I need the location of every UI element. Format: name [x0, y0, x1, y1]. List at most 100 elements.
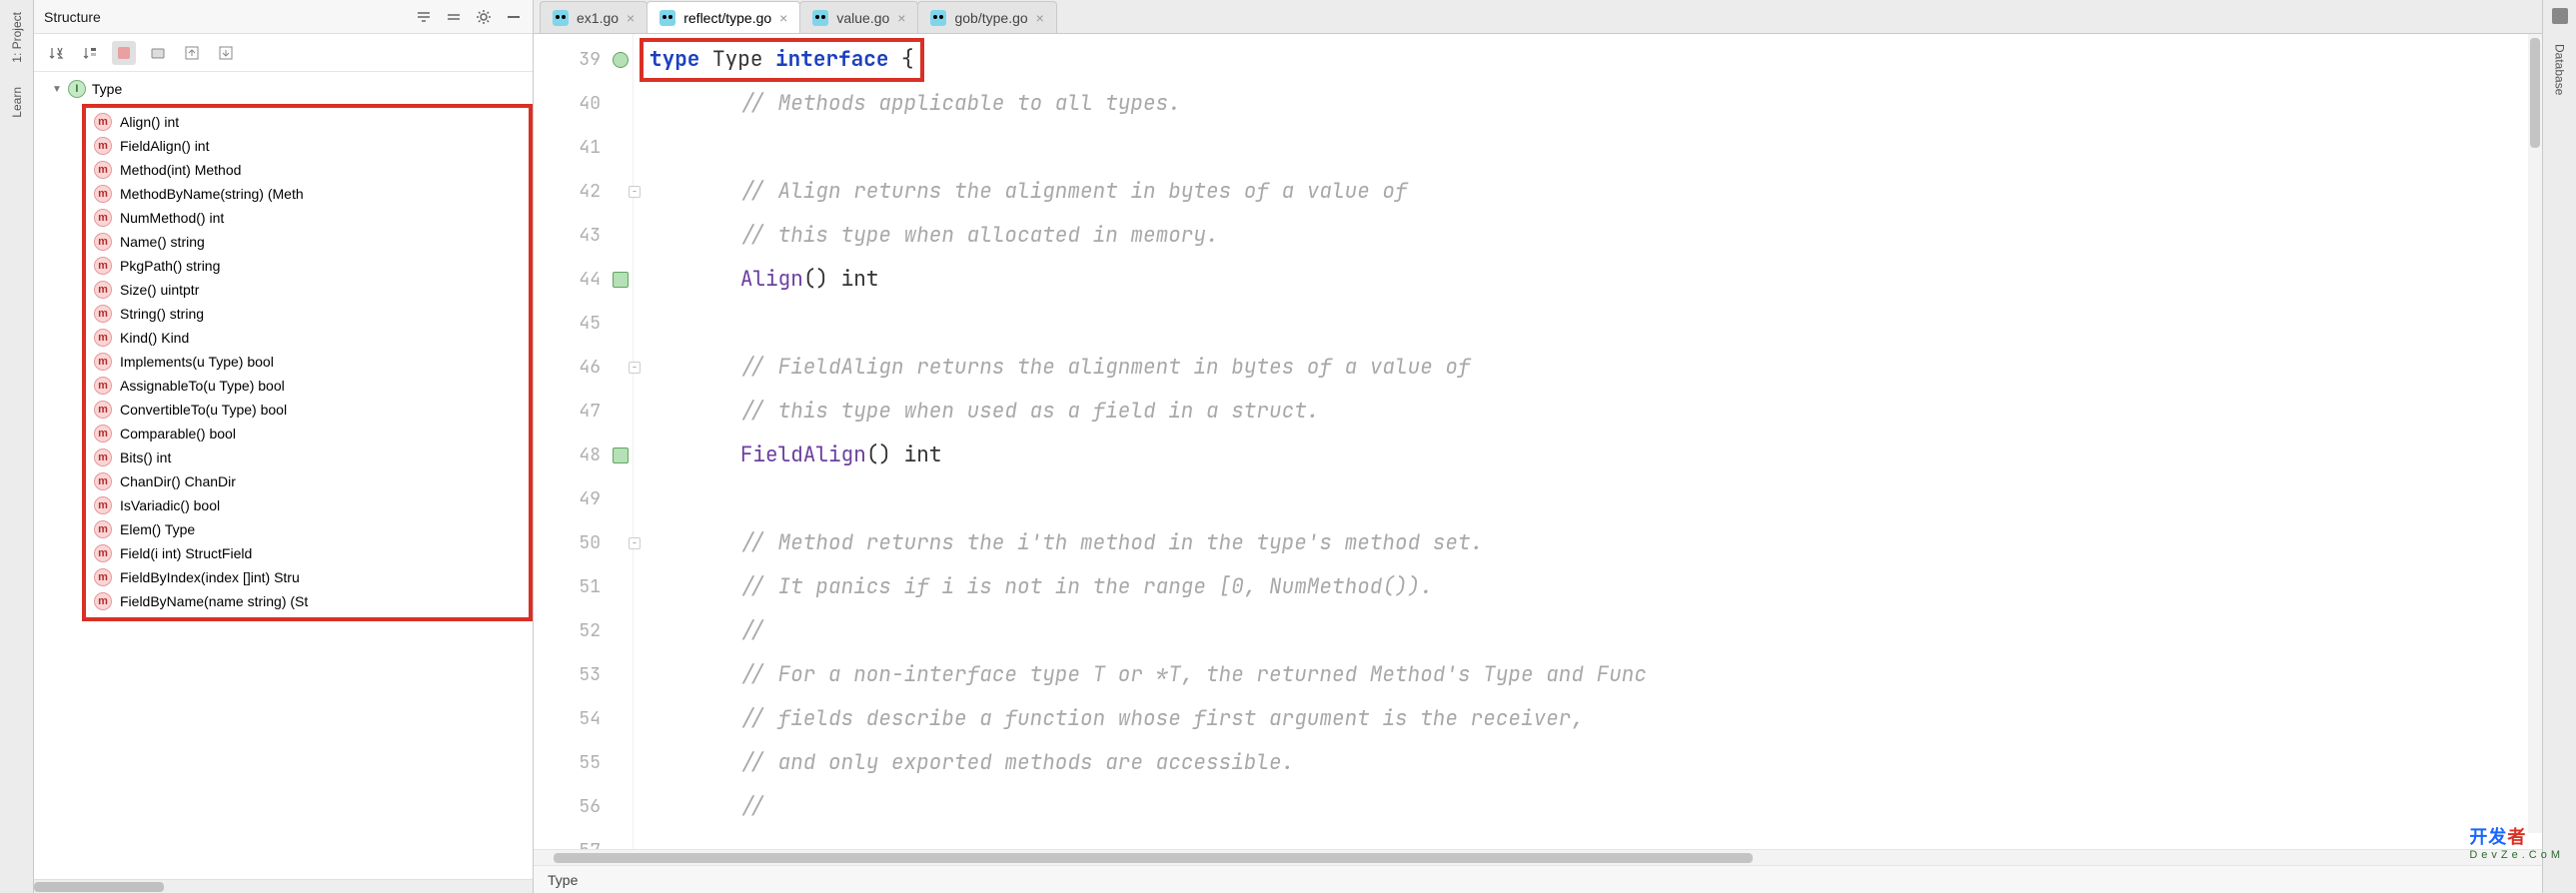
method-item[interactable]: Bits() int	[86, 446, 529, 469]
method-item[interactable]: FieldAlign() int	[86, 134, 529, 158]
structure-horizontal-scrollbar[interactable]	[34, 879, 533, 893]
method-item[interactable]: Align() int	[86, 110, 529, 134]
rail-item-database[interactable]: Database	[2549, 32, 2571, 107]
method-item[interactable]: IsVariadic() bool	[86, 493, 529, 517]
code-line	[634, 477, 2542, 521]
method-icon	[94, 377, 112, 395]
method-item[interactable]: Elem() Type	[86, 517, 529, 541]
code-line: // this type when used as a field in a s…	[634, 390, 2542, 434]
method-item[interactable]: ChanDir() ChanDir	[86, 469, 529, 493]
go-file-icon	[553, 10, 569, 26]
breadcrumb[interactable]: Type	[534, 865, 2542, 893]
gutter-line: 56	[534, 785, 633, 829]
method-item[interactable]: NumMethod() int	[86, 206, 529, 230]
close-icon[interactable]: ×	[1036, 10, 1044, 26]
method-item[interactable]: AssignableTo(u Type) bool	[86, 374, 529, 398]
method-item[interactable]: Kind() Kind	[86, 326, 529, 350]
tab-value-go[interactable]: value.go×	[799, 1, 918, 33]
database-icon[interactable]	[2552, 8, 2568, 24]
method-label: Implements(u Type) bool	[120, 354, 274, 370]
gutter-line: 48	[534, 434, 633, 477]
method-icon	[94, 425, 112, 443]
method-item[interactable]: String() string	[86, 302, 529, 326]
method-item[interactable]: MethodByName(string) (Meth	[86, 182, 529, 206]
method-icon	[94, 496, 112, 514]
autoscroll-to-source-icon[interactable]	[180, 41, 204, 65]
tree-root-row[interactable]: ▼ Type	[44, 76, 533, 102]
code-line: // and only exported methods are accessi…	[634, 741, 2542, 785]
method-label: Elem() Type	[120, 521, 195, 537]
scrollbar-thumb[interactable]	[2530, 38, 2540, 148]
sort-alpha-icon[interactable]	[44, 41, 68, 65]
gutter-line: 41	[534, 126, 633, 170]
gutter-line: 47	[534, 390, 633, 434]
gutter-marker-icon[interactable]	[613, 447, 629, 463]
method-item[interactable]: Size() uintptr	[86, 278, 529, 302]
code-line: // For a non-interface type T or *T, the…	[634, 653, 2542, 697]
tab-ex1-go[interactable]: ex1.go×	[540, 1, 647, 33]
method-icon	[94, 520, 112, 538]
tab-reflect-type-go[interactable]: reflect/type.go×	[646, 1, 800, 33]
editor-horizontal-scrollbar[interactable]	[534, 849, 2542, 865]
structure-header: Structure	[34, 0, 533, 34]
code-line: // It panics if i is not in the range [0…	[634, 565, 2542, 609]
method-item[interactable]: PkgPath() string	[86, 254, 529, 278]
collapse-all-icon[interactable]	[445, 8, 463, 26]
show-fields-icon[interactable]	[112, 41, 136, 65]
method-item[interactable]: Name() string	[86, 230, 529, 254]
sort-visibility-icon[interactable]	[78, 41, 102, 65]
minimize-icon[interactable]	[505, 8, 523, 26]
method-label: MethodByName(string) (Meth	[120, 186, 304, 202]
gutter-line: 39	[534, 38, 633, 82]
fold-icon[interactable]: −	[629, 186, 641, 198]
gutter-marker-icon[interactable]	[613, 52, 629, 68]
scrollbar-thumb[interactable]	[554, 853, 1753, 863]
scrollbar-thumb[interactable]	[34, 882, 164, 892]
breadcrumb-segment[interactable]: Type	[548, 872, 578, 888]
structure-title: Structure	[44, 9, 101, 25]
close-icon[interactable]: ×	[627, 10, 635, 26]
gutter-line: 40	[534, 82, 633, 126]
method-item[interactable]: Method(int) Method	[86, 158, 529, 182]
expand-all-icon[interactable]	[415, 8, 433, 26]
gear-icon[interactable]	[475, 8, 493, 26]
fold-icon[interactable]: −	[629, 537, 641, 549]
gutter-line: 44	[534, 258, 633, 302]
tab-gob-type-go[interactable]: gob/type.go×	[917, 1, 1056, 33]
show-non-public-icon[interactable]	[146, 41, 170, 65]
close-icon[interactable]: ×	[779, 10, 787, 26]
method-item[interactable]: Comparable() bool	[86, 422, 529, 446]
method-item[interactable]: FieldByName(name string) (St	[86, 589, 529, 613]
structure-tree[interactable]: ▼ Type Align() int FieldAlign() int Method…	[34, 72, 533, 879]
method-icon	[94, 592, 112, 610]
method-label: IsVariadic() bool	[120, 497, 220, 513]
method-item[interactable]: FieldByIndex(index []int) Stru	[86, 565, 529, 589]
rail-item-project[interactable]: 1: Project	[6, 0, 28, 75]
code-line: // this type when allocated in memory.	[634, 214, 2542, 258]
structure-header-actions	[415, 8, 523, 26]
code-pane[interactable]: type Type interface { // Methods applica…	[634, 34, 2542, 849]
method-item[interactable]: Implements(u Type) bool	[86, 350, 529, 374]
close-icon[interactable]: ×	[897, 10, 905, 26]
method-item[interactable]: ConvertibleTo(u Type) bool	[86, 398, 529, 422]
editor-vertical-scrollbar[interactable]	[2528, 34, 2542, 833]
go-file-icon	[930, 10, 946, 26]
method-label: ChanDir() ChanDir	[120, 473, 236, 489]
method-list-highlight-box: Align() int FieldAlign() int Method(int) M…	[82, 104, 533, 621]
method-icon	[94, 568, 112, 586]
method-item[interactable]: Field(i int) StructField	[86, 541, 529, 565]
structure-toolbar	[34, 34, 533, 72]
method-label: Kind() Kind	[120, 330, 189, 346]
gutter-line: 49	[534, 477, 633, 521]
gutter-line: 45	[534, 302, 633, 346]
method-icon	[94, 257, 112, 275]
rail-item-learn[interactable]: Learn	[6, 75, 28, 130]
fold-icon[interactable]: −	[629, 362, 641, 374]
method-label: FieldAlign() int	[120, 138, 209, 154]
autoscroll-from-source-icon[interactable]	[214, 41, 238, 65]
gutter-marker-icon[interactable]	[613, 272, 629, 288]
chevron-down-icon[interactable]: ▼	[52, 84, 62, 95]
code-line: // fields describe a function whose firs…	[634, 697, 2542, 741]
method-label: NumMethod() int	[120, 210, 224, 226]
method-icon	[94, 281, 112, 299]
